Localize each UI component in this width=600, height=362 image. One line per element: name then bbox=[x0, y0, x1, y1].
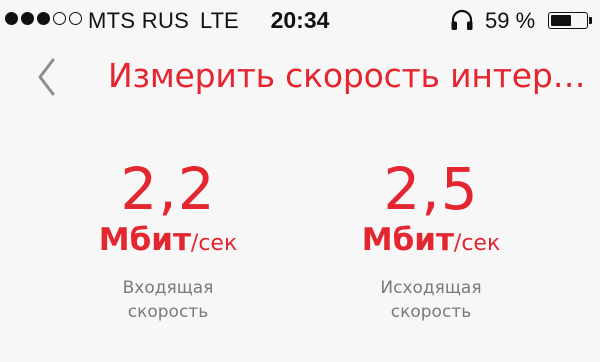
status-bar: MTS RUS LTE 20:34 59 % bbox=[0, 0, 600, 40]
unit-sub-label: /сек bbox=[453, 231, 501, 256]
unit-sub-label: /сек bbox=[190, 231, 238, 256]
battery-cap bbox=[589, 17, 592, 24]
unit-main-label: Мбит bbox=[98, 222, 191, 258]
page-title: Измерить скорость интернет bbox=[108, 56, 592, 95]
incoming-speed-value: 2,2 bbox=[120, 155, 216, 223]
outgoing-speed-unit: Мбит/сек bbox=[311, 222, 551, 264]
unit-main-label: Мбит bbox=[361, 222, 454, 258]
outgoing-label-line2: скорость bbox=[390, 302, 472, 322]
incoming-speed-label: Входящая скорость bbox=[48, 276, 288, 324]
battery-icon bbox=[548, 12, 588, 29]
navigation-bar: Измерить скорость интернет bbox=[0, 40, 600, 118]
headphones-icon bbox=[451, 9, 473, 30]
outgoing-speed-value: 2,5 bbox=[383, 155, 479, 223]
battery-level-fill bbox=[550, 14, 571, 26]
chevron-left-icon bbox=[38, 58, 55, 96]
incoming-label-line1: Входящая bbox=[122, 278, 214, 298]
incoming-speed-panel: 2,2 Мбит/сек Входящая скорость bbox=[48, 158, 288, 324]
incoming-label-line2: скорость bbox=[127, 302, 209, 322]
incoming-speed-unit: Мбит/сек bbox=[48, 222, 288, 264]
battery-percentage: 59 % bbox=[485, 8, 536, 33]
outgoing-label-line1: Исходящая bbox=[380, 278, 482, 298]
outgoing-speed-panel: 2,5 Мбит/сек Исходящая скорость bbox=[311, 158, 551, 324]
outgoing-speed-label: Исходящая скорость bbox=[311, 276, 551, 324]
back-button[interactable] bbox=[28, 54, 68, 100]
